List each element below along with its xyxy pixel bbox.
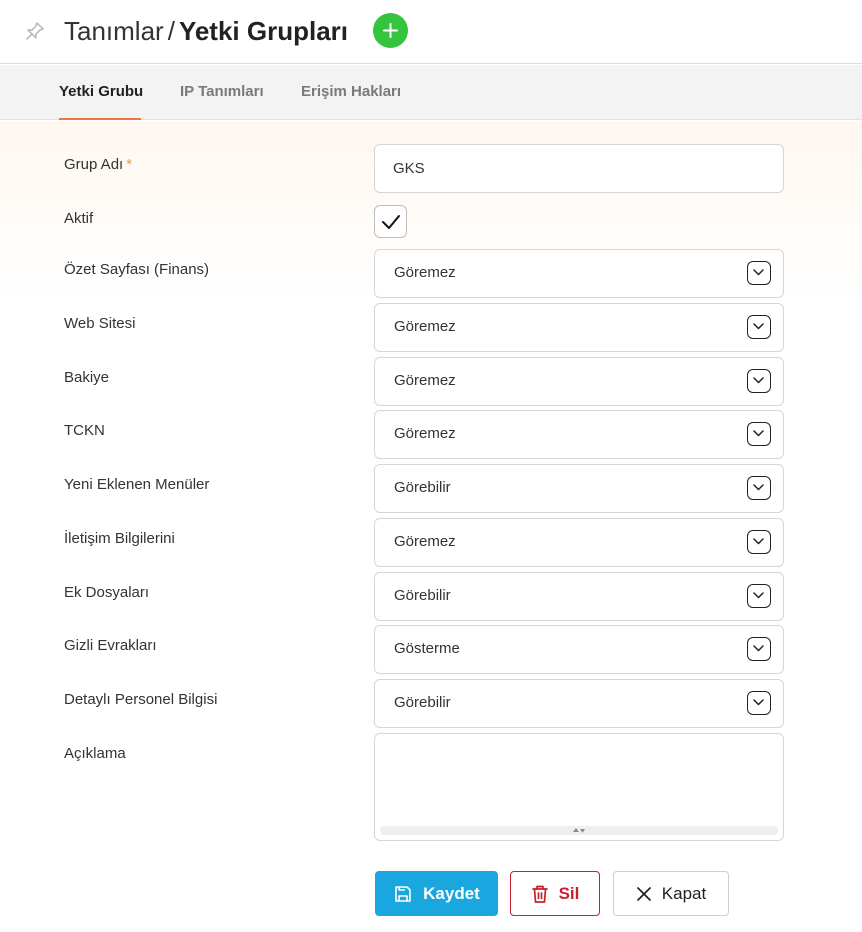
- breadcrumb-parent[interactable]: Tanımlar: [64, 16, 164, 46]
- select-value: Görebilir: [394, 479, 451, 496]
- tab-yetki-grubu[interactable]: Yetki Grubu: [59, 65, 143, 120]
- chevron-down-icon: [747, 369, 771, 393]
- delete-button[interactable]: Sil: [510, 871, 600, 916]
- tab-bar: Yetki Grubu IP Tanımları Erişim Hakları: [0, 65, 862, 120]
- select-value: Görebilir: [394, 587, 451, 604]
- description-label: Açıklama: [64, 745, 126, 762]
- save-button[interactable]: Kaydet: [375, 871, 498, 916]
- permission-label-detayli-personel-bilgisi: Detaylı Personel Bilgisi: [64, 691, 218, 708]
- select-value: Göremez: [394, 425, 456, 442]
- chevron-down-icon: [747, 530, 771, 554]
- floppy-disk-icon: [395, 885, 411, 902]
- chevron-down-icon: [747, 315, 771, 339]
- save-button-label: Kaydet: [423, 883, 480, 903]
- select-value: Göremez: [394, 264, 456, 281]
- page-title: Tanımlar / Yetki Grupları: [64, 14, 348, 48]
- breadcrumb-separator: /: [167, 16, 175, 46]
- pin-icon[interactable]: [24, 20, 46, 42]
- delete-button-label: Sil: [558, 883, 580, 903]
- resize-arrows-icon: [573, 828, 585, 833]
- add-group-button[interactable]: [373, 13, 408, 48]
- form-container: Grup Adı* Aktif Özet Sayfası (Finans) Gö…: [0, 121, 862, 932]
- permission-label-ozet-sayfasi: Özet Sayfası (Finans): [64, 261, 210, 278]
- select-value: Göremez: [394, 533, 456, 550]
- plus-icon: [383, 23, 398, 38]
- description-textarea[interactable]: [375, 734, 783, 824]
- breadcrumb-current: Yetki Grupları: [178, 16, 349, 46]
- permission-select-ozet-sayfasi[interactable]: Göremez: [374, 249, 784, 298]
- active-label: Aktif: [64, 210, 94, 227]
- permission-select-tckn[interactable]: Göremez: [374, 410, 784, 459]
- resize-handle[interactable]: [380, 826, 778, 835]
- chevron-down-icon: [747, 637, 771, 661]
- check-icon: [382, 215, 400, 229]
- permission-label-yeni-eklenen-menuler: Yeni Eklenen Menüler: [64, 476, 210, 493]
- permission-select-web-sitesi[interactable]: Göremez: [374, 303, 784, 352]
- chevron-down-icon: [747, 261, 771, 285]
- tab-ip-tanimlari[interactable]: IP Tanımları: [180, 65, 264, 120]
- chevron-down-icon: [747, 691, 771, 715]
- permission-select-detayli-personel-bilgisi[interactable]: Görebilir: [374, 679, 784, 728]
- page-header: Tanımlar / Yetki Grupları: [0, 0, 862, 64]
- select-value: Gösterme: [394, 640, 460, 657]
- permission-label-ek-dosyalari: Ek Dosyaları: [64, 584, 150, 601]
- permission-label-gizli-evraklari: Gizli Evrakları: [64, 637, 157, 654]
- trash-icon: [531, 885, 548, 903]
- select-value: Göremez: [394, 318, 456, 335]
- permission-select-gizli-evraklari[interactable]: Gösterme: [374, 625, 784, 674]
- group-name-label: Grup Adı *: [64, 156, 133, 173]
- required-mark: *: [126, 156, 133, 173]
- select-value: Göremez: [394, 372, 456, 389]
- permission-label-bakiye: Bakiye: [64, 369, 110, 386]
- chevron-down-icon: [747, 422, 771, 446]
- close-button[interactable]: Kapat: [613, 871, 729, 916]
- description-field: [374, 733, 784, 841]
- permission-label-tckn: TCKN: [64, 422, 105, 439]
- permission-select-yeni-eklenen-menuler[interactable]: Görebilir: [374, 464, 784, 513]
- close-icon: [636, 886, 651, 901]
- chevron-down-icon: [747, 476, 771, 500]
- permission-select-bakiye[interactable]: Göremez: [374, 357, 784, 406]
- active-checkbox[interactable]: [374, 205, 407, 238]
- tab-erisim-haklari[interactable]: Erişim Hakları: [301, 65, 401, 120]
- group-name-input[interactable]: [374, 144, 784, 193]
- permission-select-iletisim-bilgileri[interactable]: Göremez: [374, 518, 784, 567]
- permission-label-iletisim-bilgileri: İletişim Bilgilerini: [64, 530, 175, 547]
- chevron-down-icon: [747, 584, 771, 608]
- close-button-label: Kapat: [661, 883, 707, 903]
- permission-label-web-sitesi: Web Sitesi: [64, 315, 136, 332]
- permission-select-ek-dosyalari[interactable]: Görebilir: [374, 572, 784, 621]
- select-value: Görebilir: [394, 694, 451, 711]
